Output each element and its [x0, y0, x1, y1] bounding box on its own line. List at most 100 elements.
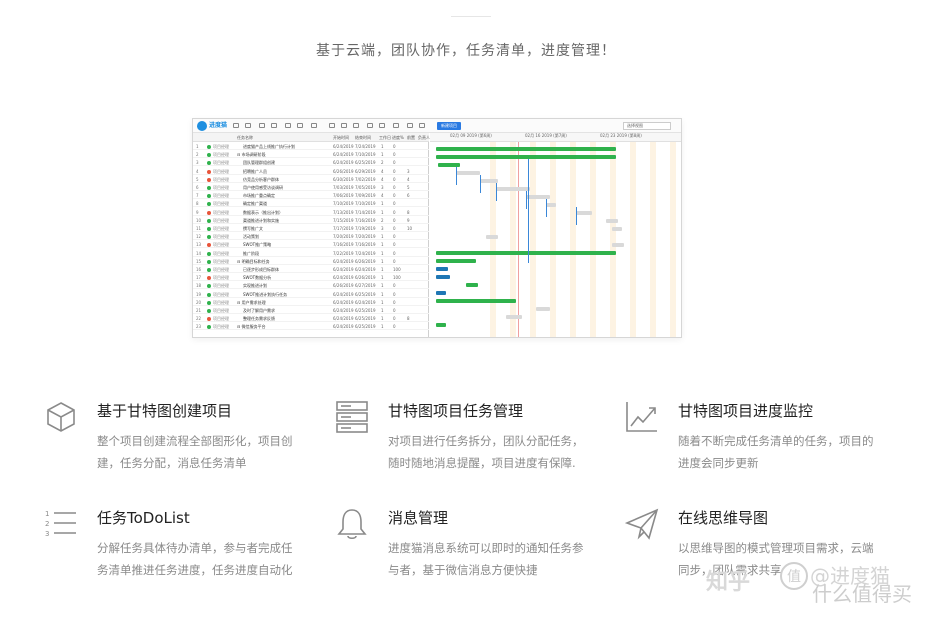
fullscreen-icon[interactable]	[393, 123, 399, 128]
task-row[interactable]: 19 项目经理 SWOT推进计划执行任务 6/24/2019 6/25/2019 1 0	[193, 291, 429, 298]
gantt-bar[interactable]	[436, 291, 446, 295]
save-icon[interactable]	[407, 123, 413, 128]
task-row[interactable]: 3 项目经理 团队管理群组创建 6/24/2019 6/25/2019 2 0	[193, 159, 429, 167]
task-row[interactable]: 14 项目经理 推广阶段 7/22/2019 7/24/2019 1 0	[193, 250, 429, 257]
col-predecessor[interactable]: 前置	[407, 133, 415, 142]
gantt-bar[interactable]	[606, 219, 618, 223]
gantt-bar[interactable]	[436, 267, 448, 271]
weekend-column	[630, 142, 636, 337]
gantt-bar[interactable]	[486, 235, 498, 239]
progress: 0	[393, 291, 396, 297]
progress: 0	[393, 242, 396, 248]
task-row[interactable]: 2 项目经理 ⊟ 市场调研阶段 6/24/2019 7/10/2019 1 0	[193, 151, 429, 159]
new-project-button[interactable]: 新建项目	[437, 122, 461, 130]
app-name: 进度猫	[209, 122, 228, 129]
task-row[interactable]: 21 项目经理 及时了解用户需求 6/24/2019 6/25/2019 1 0	[193, 307, 429, 314]
num: 14	[196, 250, 202, 256]
status-dot-icon	[207, 251, 211, 256]
move-down-icon[interactable]	[297, 123, 303, 128]
gantt-bar[interactable]	[496, 187, 530, 191]
task-row[interactable]: 9 项目经理 数据表示（推出计划） 7/13/2019 7/14/2019 1 0 8	[193, 209, 429, 216]
duration: 4	[381, 176, 384, 182]
print-icon[interactable]	[353, 123, 359, 128]
task-row[interactable]: 20 项目经理 ⊟ 用户需求处理 6/24/2019 6/24/2019 1 0	[193, 299, 429, 306]
col-end[interactable]: 结束时间	[355, 133, 371, 142]
zoom-in-icon[interactable]	[329, 123, 335, 128]
col-days[interactable]: 工作日	[379, 133, 391, 142]
task-row[interactable]: 17 项目经理 SWOT数据分析 6/24/2019 6/26/2019 1 100	[193, 274, 429, 282]
layout-icon[interactable]	[367, 123, 373, 128]
progress: 0	[393, 168, 396, 174]
predecessor: 3	[407, 168, 410, 174]
task-row[interactable]: 16 项目经理 已逐步形成目标群体 6/24/2019 6/24/2019 1 100	[193, 266, 429, 273]
task-row[interactable]: 10 项目经理 渠道推进计划和实施 7/15/2019 7/16/2019 2 0 9	[193, 217, 429, 224]
feature-desc: 整个项目创建流程全部图形化，项目创建，任务分配，消息任务清单	[97, 434, 293, 470]
task-row[interactable]: 23 项目经理 ⊟ 微信服务平台 6/24/2019 6/25/2019 1 0	[193, 323, 429, 331]
trend-chart-icon	[626, 402, 657, 432]
col-start[interactable]: 开始时间	[333, 133, 349, 142]
zoom-out-icon[interactable]	[341, 123, 347, 128]
dependency-link	[528, 159, 529, 263]
end-date: 6/25/2019	[355, 160, 376, 166]
task-row[interactable]: 12 项目经理 活动策划 7/20/2019 7/20/2019 1 0	[193, 233, 429, 241]
status-dot-icon	[207, 194, 211, 199]
num: 1	[196, 144, 199, 149]
gantt-bar[interactable]	[436, 275, 450, 279]
col-owner[interactable]: 负责人	[418, 133, 430, 142]
duration: 4	[381, 168, 384, 174]
gantt-bar[interactable]	[436, 299, 516, 303]
gantt-bar[interactable]	[436, 155, 616, 159]
view-select[interactable]: 选择视图	[623, 122, 671, 130]
undo-icon[interactable]	[233, 123, 239, 128]
gantt-bar[interactable]	[612, 227, 622, 231]
start-date: 6/24/2019	[333, 144, 354, 149]
gantt-bar[interactable]	[576, 211, 592, 215]
gantt-bar[interactable]	[456, 171, 480, 175]
task-row[interactable]: 11 项目经理 撰写推广文 7/17/2019 7/19/2019 3 0 10	[193, 225, 429, 232]
task-row[interactable]: 13 项目经理 SWOT推广策略 7/16/2019 7/16/2019 1 0	[193, 241, 429, 249]
task-row[interactable]: 18 项目经理 实现推进计划 6/26/2019 6/27/2019 1 0	[193, 282, 429, 290]
export-icon[interactable]	[419, 123, 425, 128]
redo-icon[interactable]	[245, 123, 251, 128]
task-row[interactable]: 4 项目经理 招聘推广人员 6/26/2019 6/29/2019 4 0 3	[193, 168, 429, 175]
gantt-bar[interactable]	[436, 147, 616, 151]
num: 15	[196, 258, 202, 264]
gantt-bar[interactable]	[466, 283, 478, 287]
feature-title: 任务ToDoList	[97, 509, 190, 527]
task-row[interactable]: 8 项目经理 确定推广渠道 7/10/2019 7/10/2019 1 0	[193, 200, 429, 208]
gantt-bar[interactable]	[546, 203, 556, 207]
gantt-bar[interactable]	[506, 315, 522, 319]
duration: 1	[381, 250, 384, 256]
gantt-bar[interactable]	[536, 307, 550, 311]
task-row[interactable]: 5 项目经理 仿竞品分析客户群体 6/30/2019 7/02/2019 4 0 4	[193, 176, 429, 183]
outdent-icon[interactable]	[271, 123, 277, 128]
progress: 0	[393, 160, 396, 166]
duration: 3	[381, 185, 384, 190]
col-task-name[interactable]: 任务名称	[237, 133, 253, 142]
gantt-bar[interactable]	[436, 251, 616, 255]
gantt-bar[interactable]	[436, 323, 446, 327]
task-row[interactable]: 15 项目经理 ⊟ 明确目标和任务 6/24/2019 6/26/2019 1 0	[193, 258, 429, 265]
num: 6	[196, 185, 199, 190]
duration: 1	[381, 283, 384, 289]
task-row[interactable]: 1 项目经理 进度猫产品上线推广执行计划 6/24/2019 7/24/2019 1 0	[193, 143, 429, 150]
task-row[interactable]: 22 项目经理 整理任务需求反馈 6/24/2019 6/25/2019 1 0 8	[193, 315, 429, 323]
status-dot-icon	[207, 259, 211, 264]
num: 5	[196, 176, 199, 182]
task-row[interactable]: 7 项目经理 市场推广重点确定 7/06/2019 7/09/2019 4 0 6	[193, 192, 429, 200]
num: 20	[196, 299, 202, 305]
grid-icon[interactable]	[379, 123, 385, 128]
gantt-bar[interactable]	[436, 259, 476, 263]
expand-icon[interactable]	[311, 123, 317, 128]
move-up-icon[interactable]	[285, 123, 291, 128]
task-name: 确定推广渠道	[243, 201, 267, 207]
num: 22	[196, 316, 202, 322]
gantt-bar[interactable]	[612, 243, 624, 247]
end-date: 6/26/2019	[355, 258, 376, 264]
col-progress[interactable]: 进度%	[392, 133, 404, 142]
indent-icon[interactable]	[259, 123, 265, 128]
task-row[interactable]: 6 项目经理 用户使用感受访谈调研 7/03/2019 7/05/2019 3 0 5	[193, 184, 429, 191]
dependency-link	[576, 207, 577, 225]
num: 7	[196, 193, 199, 199]
who: 项目经理	[213, 324, 229, 330]
